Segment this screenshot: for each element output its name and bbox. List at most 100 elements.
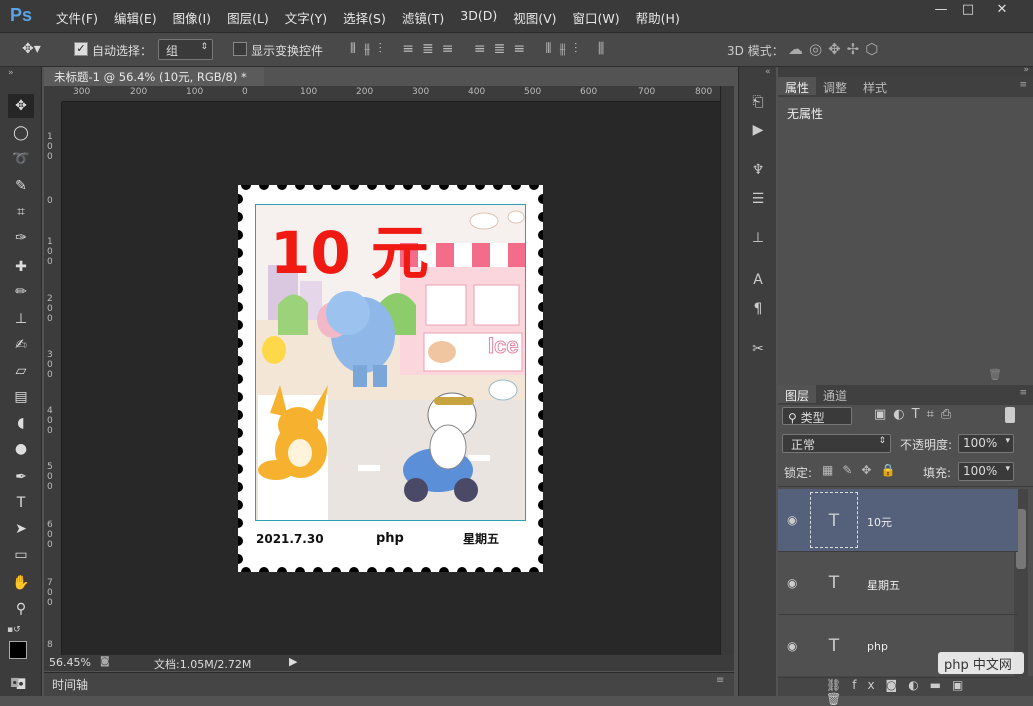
- minimize-button[interactable]: —: [928, 2, 954, 20]
- panel-menu-icon[interactable]: ≡: [1019, 80, 1027, 90]
- menu-filter[interactable]: 滤镜(T): [394, 8, 452, 27]
- stamp-tool-icon[interactable]: ⊥: [8, 307, 34, 331]
- layer-name[interactable]: 10元: [867, 514, 892, 530]
- filter-toggle-icon[interactable]: [1005, 407, 1015, 423]
- ruler-tick: 4 0 0: [47, 406, 53, 436]
- layer-name[interactable]: 星期五: [867, 577, 900, 593]
- tab-styles[interactable]: 样式: [856, 77, 894, 95]
- menu-select[interactable]: 选择(S): [335, 8, 394, 27]
- ruler-tick: 300: [73, 87, 91, 97]
- collapse-dock-icon[interactable]: »: [1023, 65, 1029, 75]
- default-colors-icon[interactable]: ▪↺: [7, 625, 21, 635]
- history-panel-icon[interactable]: ⎗: [747, 92, 769, 112]
- panel-menu-icon[interactable]: ≡: [1019, 388, 1027, 398]
- tab-layers[interactable]: 图层: [778, 385, 817, 403]
- show-transform-checkbox[interactable]: [233, 42, 247, 56]
- opacity-label: 不透明度:: [900, 438, 953, 452]
- menu-help[interactable]: 帮助(H): [628, 8, 688, 27]
- gradient-tool-icon[interactable]: ▤: [8, 385, 34, 409]
- timeline-label[interactable]: 时间轴: [52, 676, 88, 693]
- menu-type[interactable]: 文字(Y): [277, 8, 335, 27]
- hand-tool-icon[interactable]: ✋: [8, 571, 34, 595]
- document-tab[interactable]: 未标题-1 @ 56.4% (10元, RGB/8) * ×: [44, 67, 264, 99]
- screen-mode-icon[interactable]: ◘: [10, 676, 20, 690]
- quick-select-tool-icon[interactable]: ✎: [8, 174, 34, 198]
- vertical-scrollbar[interactable]: [720, 86, 734, 655]
- chevron-down-icon[interactable]: ▾: [1005, 464, 1010, 474]
- brush-tool-icon[interactable]: ✏: [8, 280, 34, 304]
- status-icon[interactable]: ◙: [100, 656, 110, 667]
- crop-tool-icon[interactable]: ⌗: [8, 200, 34, 224]
- auto-select-checkbox[interactable]: ✓: [74, 42, 88, 56]
- layers-footer-icons[interactable]: ⛓fx◙◐▬▣🗑: [778, 676, 1033, 706]
- eyedropper-tool-icon[interactable]: ✑: [8, 226, 34, 250]
- panel-menu-icon[interactable]: ≡: [716, 675, 724, 686]
- collapse-icon[interactable]: »: [8, 68, 14, 78]
- menu-window[interactable]: 窗口(W): [565, 8, 628, 27]
- character-panel-icon[interactable]: A: [747, 270, 769, 290]
- ruler-tick: 0: [242, 87, 248, 97]
- history-brush-tool-icon[interactable]: ✍: [8, 333, 34, 357]
- shape-tool-icon[interactable]: ▭: [8, 543, 34, 567]
- chevron-down-icon[interactable]: ▾: [1005, 436, 1010, 446]
- dodge-tool-icon[interactable]: ●: [8, 437, 34, 461]
- foreground-color-swatch[interactable]: [9, 641, 27, 659]
- status-menu-arrow-icon[interactable]: ▶: [289, 655, 297, 668]
- clone-source-icon[interactable]: ⊥: [747, 228, 769, 248]
- zoom-level[interactable]: 56.45%: [49, 656, 91, 669]
- eraser-tool-icon[interactable]: ▱: [8, 359, 34, 383]
- dock-header: »: [778, 65, 1033, 77]
- lock-icons[interactable]: ▦✎✥🔒: [822, 463, 904, 477]
- tool-presets-icon[interactable]: ✂: [747, 339, 769, 359]
- type-tool-icon[interactable]: T: [8, 491, 34, 515]
- auto-select-label: 自动选择：: [92, 44, 153, 58]
- tab-channels[interactable]: 通道: [816, 385, 854, 403]
- blend-mode-dropdown[interactable]: 正常 ⇕: [782, 434, 891, 453]
- path-select-tool-icon[interactable]: ➤: [8, 517, 34, 541]
- move-tool-icon[interactable]: ✥▾: [22, 41, 41, 57]
- layer-row[interactable]: ◉ T 星期五: [778, 552, 1018, 615]
- trash-icon[interactable]: 🗑: [988, 368, 1002, 381]
- menu-image[interactable]: 图像(I): [165, 8, 219, 27]
- ruler-origin[interactable]: [44, 86, 62, 102]
- menu-file[interactable]: 文件(F): [48, 8, 106, 27]
- 3d-mode-icons[interactable]: ☁◎✥✢⬡: [788, 40, 884, 58]
- eye-icon[interactable]: ◉: [787, 576, 797, 590]
- layer-row[interactable]: ◉ T 10元: [778, 489, 1018, 552]
- tab-adjustments[interactable]: 调整: [816, 77, 854, 95]
- layer-filter-icons[interactable]: ▣◐T⌗⎙: [874, 407, 958, 422]
- brush-panel-icon[interactable]: ♆: [747, 160, 769, 180]
- blur-tool-icon[interactable]: ◖: [8, 411, 34, 435]
- vertical-ruler[interactable]: 1 0 0 0 1 0 0 2 0 0 3 0 0 4 0 0 5 0 0 6 …: [44, 102, 62, 655]
- horizontal-ruler[interactable]: 300 200 100 0 100 200 300 400 500 600 70…: [62, 86, 720, 102]
- eye-icon[interactable]: ◉: [787, 513, 797, 527]
- move-tool-icon[interactable]: ✥: [8, 94, 34, 118]
- tab-properties[interactable]: 属性: [778, 77, 817, 95]
- brush-presets-icon[interactable]: ☰: [747, 189, 769, 209]
- paragraph-panel-icon[interactable]: ¶: [747, 299, 769, 319]
- actions-panel-icon[interactable]: ▶: [747, 120, 769, 140]
- menu-view[interactable]: 视图(V): [505, 8, 564, 27]
- fill-input[interactable]: 100% ▾: [958, 462, 1014, 481]
- timeline-panel[interactable]: 时间轴 ≡: [44, 672, 734, 696]
- menu-3d[interactable]: 3D(D): [452, 8, 505, 27]
- ruler-tick: 400: [468, 87, 486, 97]
- maximize-button[interactable]: □: [955, 2, 981, 20]
- pen-tool-icon[interactable]: ✒: [8, 465, 34, 489]
- auto-select-dropdown[interactable]: 组 ⇕: [158, 39, 213, 60]
- opacity-input[interactable]: 100% ▾: [958, 434, 1014, 453]
- lasso-tool-icon[interactable]: ➰: [8, 147, 34, 171]
- zoom-tool-icon[interactable]: ⚲: [8, 597, 34, 621]
- layer-filter-dropdown[interactable]: ⚲ 类型: [782, 407, 852, 425]
- ruler-tick: 3 0 0: [47, 350, 53, 380]
- layer-name[interactable]: php: [867, 640, 888, 653]
- close-button[interactable]: ✕: [982, 2, 1022, 20]
- menu-edit[interactable]: 编辑(E): [106, 8, 165, 27]
- align-icons[interactable]: ⫴⫵⫶ ≡≣≡ ≡≣≡ ⫴⫵⫶ ⫼: [350, 41, 612, 57]
- eye-icon[interactable]: ◉: [787, 639, 797, 653]
- shop-sign-text: Ice: [488, 333, 519, 358]
- expand-icon[interactable]: «: [765, 67, 771, 77]
- marquee-tool-icon[interactable]: ◯: [8, 121, 34, 145]
- menu-layer[interactable]: 图层(L): [219, 8, 277, 27]
- healing-brush-tool-icon[interactable]: ✚: [8, 255, 34, 279]
